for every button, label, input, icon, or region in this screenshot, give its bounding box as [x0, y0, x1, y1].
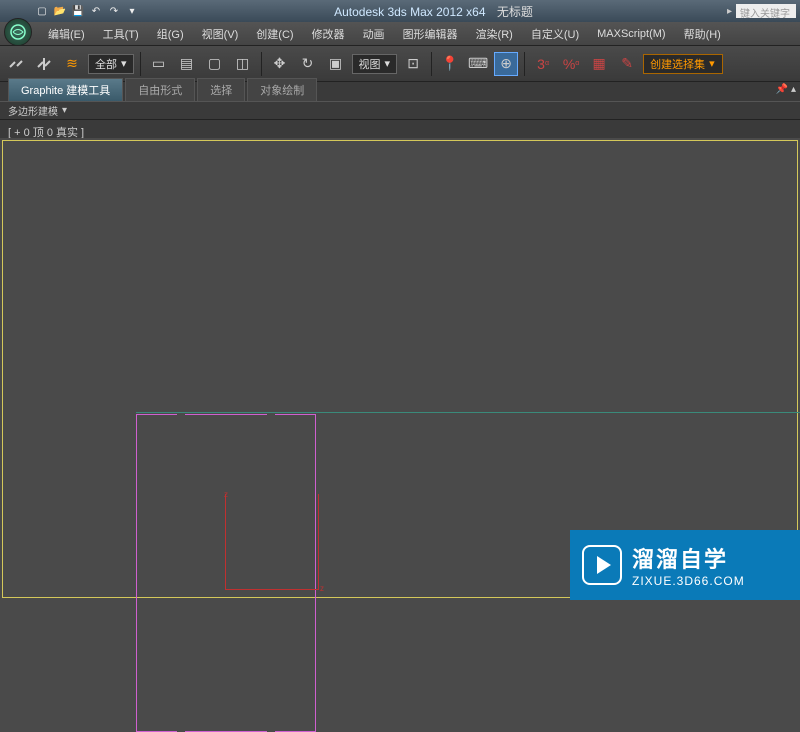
rotate-icon[interactable]: ↻ — [296, 52, 320, 76]
title-right: ▸ 键入关键字 — [727, 4, 796, 18]
edit-named-icon[interactable]: ✎ — [615, 52, 639, 76]
app-menu-button[interactable] — [4, 18, 32, 46]
tab-selection[interactable]: 选择 — [197, 78, 245, 101]
creation-gizmo[interactable]: z z — [225, 494, 319, 590]
search-caret-icon[interactable]: ▸ — [727, 6, 732, 17]
keyboard-shortcut-icon[interactable]: ⌨ — [466, 52, 490, 76]
quick-access-toolbar: ▢ 📂 💾 ↶ ↷ ▾ — [34, 3, 140, 19]
menu-rendering[interactable]: 渲染(R) — [468, 23, 521, 45]
window-title: Autodesk 3ds Max 2012 x64 无标题 — [140, 3, 727, 20]
keyword-search-input[interactable]: 键入关键字 — [736, 4, 796, 18]
menu-help[interactable]: 帮助(H) — [676, 23, 729, 45]
selection-filter-dropdown[interactable]: 全部▾ — [88, 54, 134, 74]
bind-icon[interactable]: ≋ — [60, 52, 84, 76]
tab-freeform[interactable]: 自由形式 — [125, 78, 195, 101]
gizmo-axis-label-1: z — [224, 490, 228, 499]
chevron-down-icon: ▾ — [62, 105, 67, 116]
qat-more-icon[interactable]: ▾ — [124, 3, 140, 19]
tab-graphite-modeling[interactable]: Graphite 建模工具 — [8, 78, 123, 101]
watermark-title: 溜溜自学 — [632, 542, 745, 574]
snap-2d-icon[interactable]: ⊕ — [494, 52, 518, 76]
gizmo-axis-label-2: z — [320, 584, 324, 593]
select-region-rect-icon[interactable]: ▢ — [203, 52, 227, 76]
menu-tools[interactable]: 工具(T) — [95, 23, 147, 45]
select-manipulate-icon[interactable]: 📍 — [438, 52, 462, 76]
play-icon — [582, 545, 622, 585]
horizon-line — [136, 412, 800, 413]
title-bar: ▢ 📂 💾 ↶ ↷ ▾ Autodesk 3ds Max 2012 x64 无标… — [0, 0, 800, 22]
watermark: 溜溜自学 ZIXUE.3D66.COM — [570, 530, 800, 600]
menu-modifiers[interactable]: 修改器 — [304, 23, 353, 45]
select-object-icon[interactable]: ▭ — [147, 52, 171, 76]
ribbon-collapse-icon[interactable]: 📌 ▴ — [776, 84, 796, 95]
tab-object-paint[interactable]: 对象绘制 — [247, 78, 317, 101]
scale-icon[interactable]: ▣ — [324, 52, 348, 76]
percent-snap-icon[interactable]: %α — [559, 52, 583, 76]
move-icon[interactable]: ✥ — [268, 52, 292, 76]
menu-animation[interactable]: 动画 — [355, 23, 393, 45]
pivot-icon[interactable]: ⊡ — [401, 52, 425, 76]
refcoord-dropdown[interactable]: 视图▾ — [352, 54, 398, 74]
ribbon-panel-polygon[interactable]: 多边形建模 ▾ — [0, 102, 800, 120]
save-icon[interactable]: 💾 — [70, 3, 86, 19]
ribbon-panel-label: 多边形建模 — [8, 103, 58, 118]
main-toolbar: ≋ 全部▾ ▭ ▤ ▢ ◫ ✥ ↻ ▣ 视图▾ ⊡ 📍 ⌨ ⊕ 3α %α ▦ … — [0, 46, 800, 82]
spinner-snap-icon[interactable]: ▦ — [587, 52, 611, 76]
main-menu-bar: 编辑(E) 工具(T) 组(G) 视图(V) 创建(C) 修改器 动画 图形编辑… — [0, 22, 800, 46]
window-crossing-icon[interactable]: ◫ — [231, 52, 255, 76]
menu-customize[interactable]: 自定义(U) — [523, 23, 587, 45]
menu-create[interactable]: 创建(C) — [248, 23, 301, 45]
redo-icon[interactable]: ↷ — [106, 3, 122, 19]
unlink-icon[interactable] — [32, 52, 56, 76]
named-selection-dropdown[interactable]: 创建选择集▾ — [643, 54, 723, 74]
app-name: Autodesk 3ds Max 2012 x64 — [334, 5, 485, 19]
menu-edit[interactable]: 编辑(E) — [40, 23, 93, 45]
ribbon-tabs: Graphite 建模工具 自由形式 选择 对象绘制 — [0, 82, 800, 102]
open-icon[interactable]: 📂 — [52, 3, 68, 19]
menu-graph[interactable]: 图形编辑器 — [395, 23, 466, 45]
undo-icon[interactable]: ↶ — [88, 3, 104, 19]
menu-views[interactable]: 视图(V) — [194, 23, 247, 45]
document-name: 无标题 — [497, 5, 533, 19]
link-icon[interactable] — [4, 52, 28, 76]
menu-maxscript[interactable]: MAXScript(M) — [589, 25, 673, 43]
watermark-url: ZIXUE.3D66.COM — [632, 574, 745, 588]
angle-snap-icon[interactable]: 3α — [531, 52, 555, 76]
new-icon[interactable]: ▢ — [34, 3, 50, 19]
select-name-icon[interactable]: ▤ — [175, 52, 199, 76]
menu-group[interactable]: 组(G) — [149, 23, 192, 45]
